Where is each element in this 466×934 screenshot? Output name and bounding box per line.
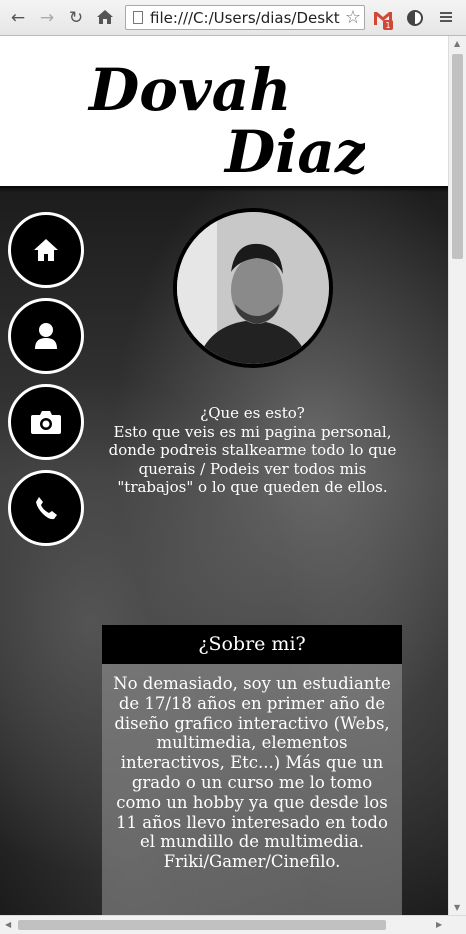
horizontal-scroll-thumb[interactable]: [18, 920, 386, 930]
forward-icon[interactable]: →: [37, 8, 57, 28]
about-title: ¿Sobre mi?: [102, 625, 402, 664]
home-icon: [34, 239, 58, 261]
scroll-down-icon[interactable]: ▼: [454, 903, 460, 912]
vertical-scroll-thumb[interactable]: [452, 54, 463, 259]
horizontal-scrollbar[interactable]: ◀ ▶: [0, 915, 466, 934]
page-viewport: Dovah Diaz ¿Que es esto? Esto que veis e…: [0, 36, 448, 915]
intro-question: ¿Que es esto?: [200, 404, 305, 422]
intro-section: ¿Que es esto? Esto que veis es mi pagina…: [100, 404, 405, 497]
bookmark-star-icon[interactable]: ☆: [345, 7, 361, 28]
page-icon: [133, 11, 143, 24]
home-browser-icon[interactable]: [95, 8, 115, 28]
nav-home-button[interactable]: [8, 212, 84, 288]
browser-toolbar: ← → ↻ file:///C:/Users/dias/Deskto ☆ 1: [0, 0, 466, 36]
user-icon: [35, 323, 57, 349]
svg-text:1: 1: [385, 21, 390, 30]
phone-icon: [36, 497, 57, 520]
profile-photo: [177, 212, 329, 364]
nav-contact-button[interactable]: [8, 470, 84, 546]
vertical-scrollbar[interactable]: ▲ ▼: [448, 36, 466, 915]
extension-shield-icon[interactable]: [405, 8, 425, 28]
site-header: Dovah Diaz: [0, 36, 448, 186]
about-text: No demasiado, soy un estudiante de 17/18…: [102, 664, 402, 915]
nav-profile-button[interactable]: [8, 298, 84, 374]
profile-avatar: [173, 208, 333, 368]
url-text[interactable]: file:///C:/Users/dias/Deskto: [150, 9, 340, 27]
address-bar[interactable]: file:///C:/Users/dias/Deskto ☆: [125, 5, 365, 30]
scroll-left-icon[interactable]: ◀: [5, 920, 11, 929]
site-logo: Dovah Diaz: [87, 56, 365, 178]
scroll-up-icon[interactable]: ▲: [454, 39, 460, 48]
hero-background: ¿Que es esto? Esto que veis es mi pagina…: [0, 186, 448, 915]
nav-gallery-button[interactable]: [8, 384, 84, 460]
gmail-extension-icon[interactable]: 1: [373, 8, 393, 30]
back-icon[interactable]: ←: [8, 8, 28, 28]
svg-text:Dovah: Dovah: [87, 56, 291, 124]
intro-text: Esto que veis es mi pagina personal, don…: [108, 422, 397, 497]
camera-icon: [31, 411, 61, 434]
reload-icon[interactable]: ↻: [66, 8, 86, 28]
menu-icon[interactable]: [437, 8, 457, 28]
scroll-right-icon[interactable]: ▶: [436, 920, 442, 929]
svg-text:Diaz: Diaz: [223, 118, 365, 178]
